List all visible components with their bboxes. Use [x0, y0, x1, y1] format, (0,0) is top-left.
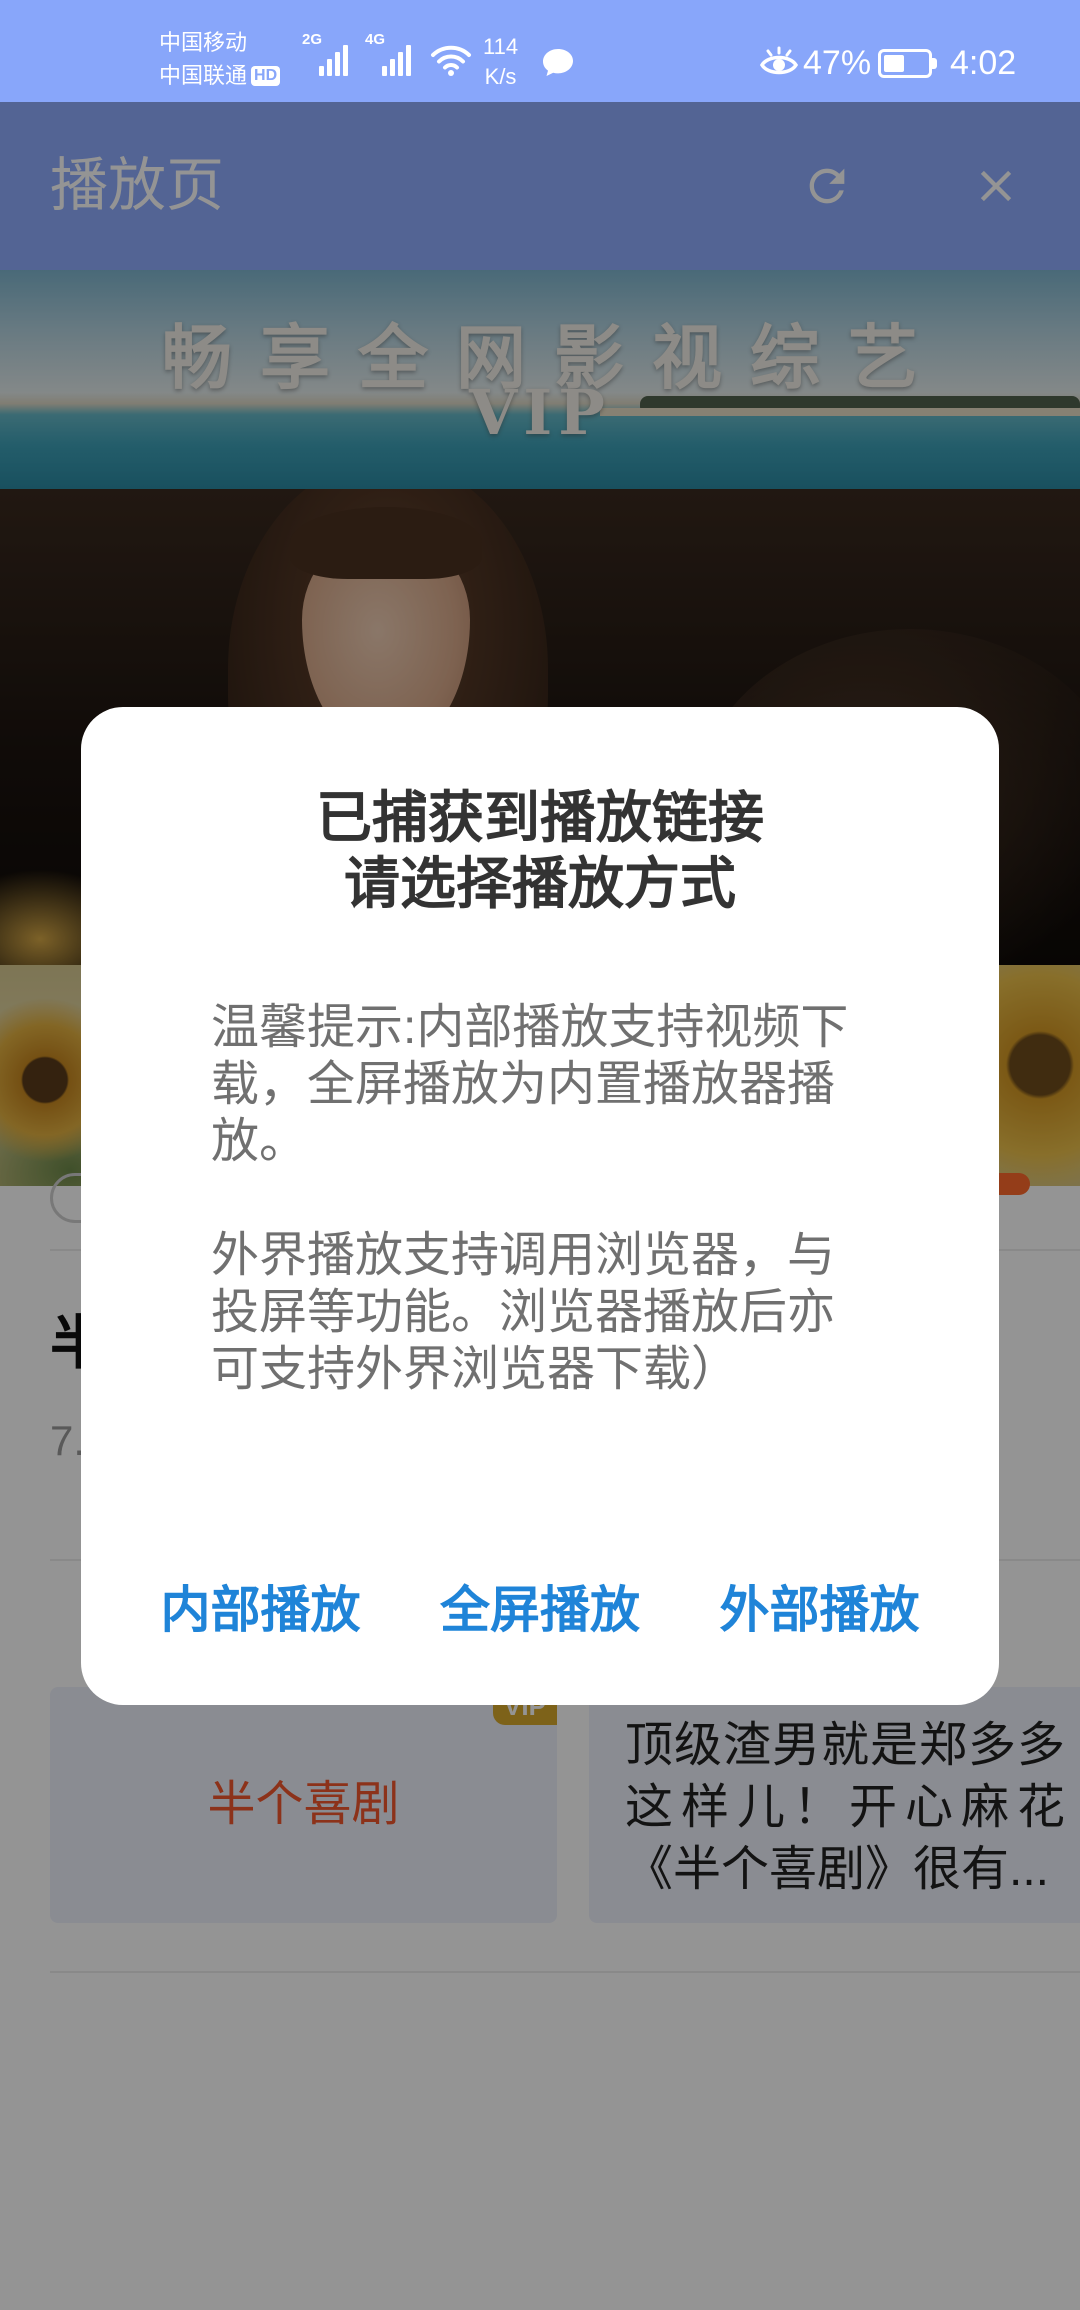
dialog-actions: 内部播放 全屏播放 外部播放 — [81, 1570, 999, 1650]
play-mode-dialog: 已捕获到播放链接 请选择播放方式 温馨提示:内部播放支持视频下载，全屏播放为内置… — [81, 707, 999, 1705]
internal-play-button[interactable]: 内部播放 — [161, 1570, 361, 1650]
dialog-title: 已捕获到播放链接 请选择播放方式 — [81, 785, 999, 917]
fullscreen-play-button[interactable]: 全屏播放 — [440, 1570, 640, 1650]
signal-group-1: 2G — [302, 30, 358, 76]
dialog-title-line-2: 请选择播放方式 — [344, 852, 736, 915]
signal-bars-icon — [382, 45, 411, 76]
signal-bars-icon — [319, 45, 348, 76]
carrier-info: 中国移动 中国联通 HD — [159, 26, 281, 92]
dialog-message: 温馨提示:内部播放支持视频下载，全屏播放为内置播放器播放。 外界播放支持调用浏览… — [211, 999, 861, 1398]
carrier-secondary: 中国联通 — [159, 63, 248, 88]
clock: 4:02 — [950, 44, 1017, 82]
battery-outline — [878, 49, 932, 78]
signal-group-2: 4G — [365, 30, 421, 76]
battery-percentage: 47% — [803, 44, 872, 82]
battery-fill — [884, 55, 904, 72]
network-speed-value: 114 — [483, 34, 519, 59]
wifi-icon — [430, 44, 472, 76]
status-bar: 中国移动 中国联通 HD 2G 4G 114 K/s 47% 4:02 — [0, 0, 1080, 102]
carrier-primary: 中国移动 — [159, 30, 248, 55]
hd-voice-badge: HD — [251, 65, 281, 86]
network-speed-unit: K/s — [484, 64, 517, 89]
battery-nub — [932, 58, 937, 69]
dialog-title-line-1: 已捕获到播放链接 — [316, 786, 764, 849]
external-play-button[interactable]: 外部播放 — [720, 1570, 920, 1650]
network-speed: 114 K/s — [483, 32, 518, 92]
chat-notification-icon — [541, 46, 575, 78]
dialog-tip-paragraph: 温馨提示:内部播放支持视频下载，全屏播放为内置播放器播放。 — [211, 1001, 849, 1168]
eye-comfort-icon — [759, 45, 799, 79]
battery-icon — [878, 49, 938, 78]
carrier-secondary-row: 中国联通 HD — [159, 59, 281, 92]
dialog-external-paragraph: 外界播放支持调用浏览器，与投屏等功能。浏览器播放后亦可支持外界浏览器下载） — [211, 1229, 836, 1396]
